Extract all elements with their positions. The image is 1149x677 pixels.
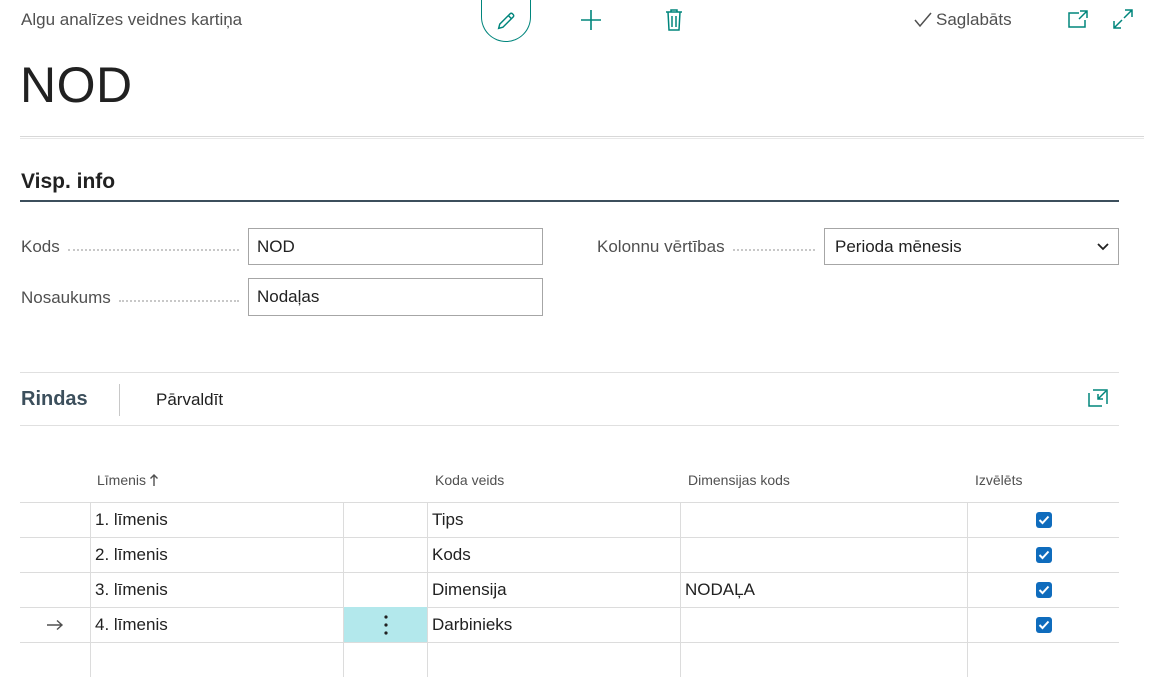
row-indicator-cell[interactable] — [20, 537, 91, 572]
name-field-label: Nosaukums — [21, 287, 247, 309]
checkmark-icon — [1038, 515, 1049, 524]
code-type-cell[interactable]: Tips — [428, 502, 681, 537]
selected-cell[interactable] — [968, 642, 1119, 677]
add-icon — [581, 10, 601, 30]
column-header-selected[interactable]: Izvēlēts — [975, 472, 1022, 488]
row-indicator-cell[interactable] — [20, 607, 91, 642]
column-header-dimension-code[interactable]: Dimensijas kods — [688, 472, 790, 488]
edit-button[interactable] — [481, 0, 531, 42]
table-row-active[interactable]: 4. līmenis Darbinieks — [20, 607, 1119, 643]
dimension-code-cell[interactable] — [681, 607, 968, 642]
code-field-label: Kods — [21, 236, 247, 258]
code-type-cell[interactable]: Darbinieks — [428, 607, 681, 642]
checkmark-icon — [1038, 585, 1049, 594]
level-cell[interactable] — [91, 642, 344, 677]
selected-checkbox[interactable] — [1035, 616, 1052, 633]
row-menu-cell[interactable] — [344, 537, 428, 572]
table-row-empty[interactable] — [20, 642, 1119, 677]
selected-cell[interactable] — [968, 572, 1119, 607]
selected-cell[interactable] — [968, 502, 1119, 537]
open-new-window-button[interactable] — [1066, 8, 1090, 30]
page-caption: Algu analīzes veidnes kartiņa — [21, 10, 243, 29]
new-button[interactable] — [578, 7, 604, 33]
label-dots — [67, 249, 239, 251]
column-header-level[interactable]: Līmenis — [97, 472, 159, 488]
lines-header-rule — [20, 425, 1119, 426]
expand-part-button[interactable] — [1087, 388, 1109, 413]
name-label-text: Nosaukums — [21, 288, 111, 307]
delete-icon — [666, 9, 682, 31]
table-row[interactable]: 1. līmenis Tips — [20, 502, 1119, 538]
checkmark-icon — [914, 12, 932, 28]
level-cell[interactable]: 1. līmenis — [91, 502, 344, 537]
column-values-select-value: Perioda mēnesis — [835, 236, 962, 256]
open-new-window-icon — [1068, 10, 1088, 28]
table-row[interactable]: 2. līmenis Kods — [20, 537, 1119, 573]
row-indicator-cell[interactable] — [20, 502, 91, 537]
expand-page-button[interactable] — [1111, 7, 1135, 31]
row-indicator-cell[interactable] — [20, 572, 91, 607]
code-input[interactable]: NOD — [248, 228, 543, 265]
column-header-code-type[interactable]: Koda veids — [435, 472, 504, 488]
code-type-cell[interactable]: Kods — [428, 537, 681, 572]
dimension-code-cell[interactable] — [681, 537, 968, 572]
level-cell[interactable]: 3. līmenis — [91, 572, 344, 607]
record-title: NOD — [20, 57, 133, 113]
name-input-value: Nodaļas — [257, 287, 320, 306]
selected-checkbox[interactable] — [1035, 581, 1052, 598]
save-status: Saglabāts — [913, 10, 1012, 30]
code-type-cell[interactable]: Dimensija — [428, 572, 681, 607]
row-menu-cell[interactable] — [344, 502, 428, 537]
sort-up-icon — [150, 474, 159, 486]
label-dots — [732, 249, 815, 251]
column-values-select[interactable]: Perioda mēnesis — [824, 228, 1119, 265]
selected-checkbox[interactable] — [1035, 511, 1052, 528]
selected-cell[interactable] — [968, 607, 1119, 642]
section-title-general[interactable]: Visp. info — [21, 170, 115, 194]
lines-title-separator — [119, 384, 120, 416]
chevron-down-icon — [1096, 242, 1110, 252]
level-cell[interactable]: 2. līmenis — [91, 537, 344, 572]
level-cell[interactable]: 4. līmenis — [91, 607, 344, 642]
checkmark-icon — [1038, 550, 1049, 559]
save-status-label: Saglabāts — [936, 10, 1012, 29]
selected-cell[interactable] — [968, 537, 1119, 572]
row-indicator-cell[interactable] — [20, 642, 91, 677]
column-values-label-text: Kolonnu vērtības — [597, 237, 725, 256]
checkmark-icon — [1038, 620, 1049, 629]
edit-icon — [497, 12, 515, 29]
name-input[interactable]: Nodaļas — [248, 278, 543, 316]
row-menu-cell[interactable] — [344, 607, 428, 642]
label-dots — [118, 300, 239, 302]
arrow-right-icon — [47, 619, 64, 630]
code-input-value: NOD — [257, 236, 295, 256]
lines-top-rule — [20, 372, 1119, 373]
expand-icon — [1113, 9, 1133, 29]
header-divider-shadow — [20, 138, 1144, 139]
code-label-text: Kods — [21, 237, 60, 256]
manage-menu-button[interactable]: Pārvaldīt — [156, 390, 223, 410]
header-divider — [20, 136, 1144, 137]
lines-part-title[interactable]: Rindas — [21, 388, 88, 411]
selected-checkbox[interactable] — [1035, 546, 1052, 563]
row-menu-cell[interactable] — [344, 642, 428, 677]
column-values-field-label: Kolonnu vērtības — [597, 236, 823, 258]
table-row[interactable]: 3. līmenis Dimensija NODAĻA — [20, 572, 1119, 608]
expand-part-icon — [1088, 389, 1108, 407]
dimension-code-cell[interactable]: NODAĻA — [681, 572, 968, 607]
section-rule — [20, 200, 1119, 202]
column-header-level-text: Līmenis — [97, 472, 147, 488]
dimension-code-cell[interactable] — [681, 502, 968, 537]
dimension-code-cell[interactable] — [681, 642, 968, 677]
code-type-cell[interactable] — [428, 642, 681, 677]
more-vertical-icon[interactable] — [383, 614, 389, 636]
delete-button[interactable] — [662, 7, 686, 33]
row-menu-cell[interactable] — [344, 572, 428, 607]
